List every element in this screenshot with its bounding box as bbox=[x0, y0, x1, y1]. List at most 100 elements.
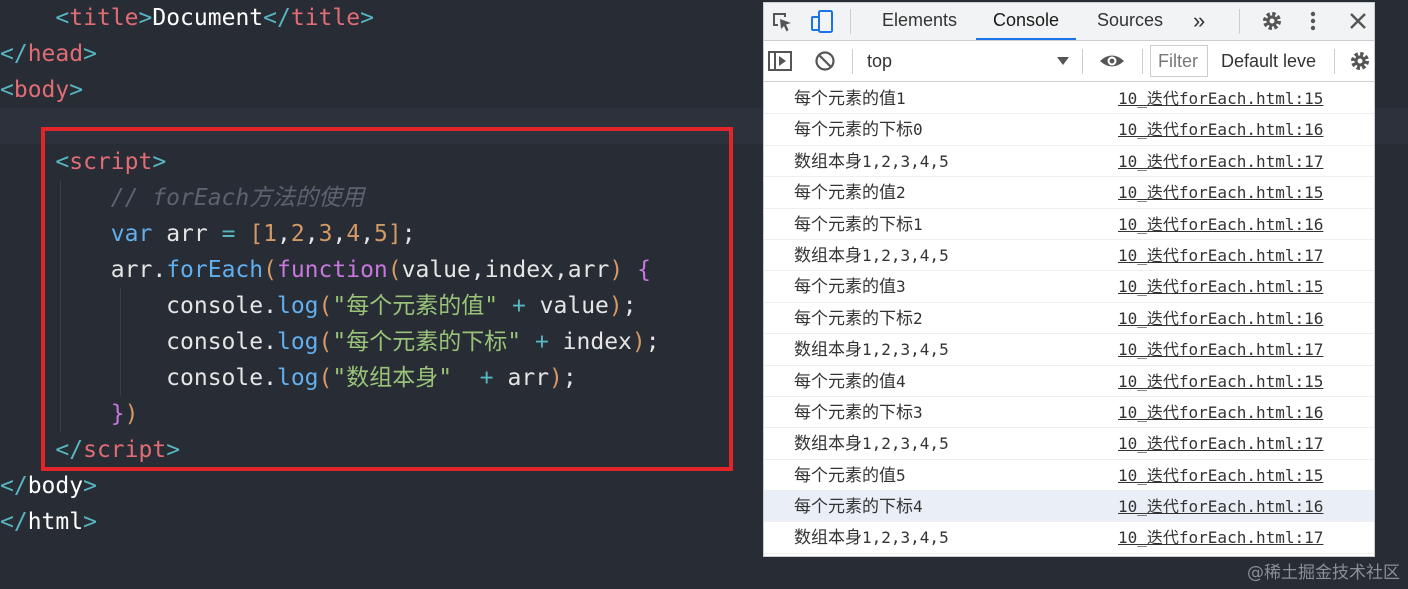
message-label: 每个元素的下标 bbox=[794, 308, 913, 329]
message-value: 1,2,3,4,5 bbox=[862, 151, 949, 171]
source-link[interactable]: 10_迭代forEach.html:17 bbox=[1118, 428, 1323, 459]
console-message-text: 每个元素的下标4 bbox=[794, 491, 923, 523]
divider bbox=[1334, 49, 1335, 74]
message-value: 0 bbox=[913, 120, 923, 140]
console-message-text: 数组本身1,2,3,4,5 bbox=[794, 146, 949, 178]
console-message-row[interactable]: 每个元素的值2 10_迭代forEach.html:15 bbox=[764, 177, 1374, 209]
code-line-title: <title>Document</title> bbox=[55, 5, 374, 31]
console-messages: 每个元素的值1 10_迭代forEach.html:15 每个元素的下标0 10_迭代… bbox=[764, 83, 1374, 554]
message-label: 每个元素的值 bbox=[794, 89, 896, 109]
console-message-row[interactable]: 每个元素的下标4 10_迭代forEach.html:16 bbox=[764, 491, 1374, 523]
source-link[interactable]: 10_迭代forEach.html:17 bbox=[1118, 240, 1323, 271]
inspect-element-icon[interactable] bbox=[770, 10, 794, 34]
filter-input[interactable]: Filter bbox=[1150, 45, 1208, 77]
live-expression-eye-icon[interactable] bbox=[1098, 50, 1126, 72]
console-message-row[interactable]: 每个元素的下标0 10_迭代forEach.html:16 bbox=[764, 114, 1374, 146]
divider bbox=[1239, 9, 1240, 34]
message-label: 数组本身 bbox=[794, 434, 862, 455]
source-link[interactable]: 10_迭代forEach.html:17 bbox=[1118, 334, 1323, 365]
tab-console[interactable]: Console bbox=[976, 3, 1076, 40]
source-link[interactable]: 10_迭代forEach.html:17 bbox=[1118, 522, 1323, 553]
more-options-icon[interactable] bbox=[1306, 9, 1320, 33]
message-label: 每个元素的下标 bbox=[794, 402, 913, 423]
message-label: 每个元素的值 bbox=[794, 465, 896, 486]
settings-gear-icon[interactable] bbox=[1260, 9, 1284, 33]
context-selector[interactable]: top bbox=[867, 41, 892, 81]
console-message-row[interactable]: 每个元素的值5 10_迭代forEach.html:15 bbox=[764, 460, 1374, 492]
console-message-row[interactable]: 数组本身1,2,3,4,5 10_迭代forEach.html:17 bbox=[764, 428, 1374, 460]
divider bbox=[852, 49, 853, 74]
message-value: 1 bbox=[896, 89, 906, 108]
console-toolbar: top Filter Default leve bbox=[764, 41, 1374, 82]
source-link[interactable]: 10_迭代forEach.html:16 bbox=[1118, 397, 1323, 428]
console-message-row[interactable]: 数组本身1,2,3,4,5 10_迭代forEach.html:17 bbox=[764, 240, 1374, 272]
source-link[interactable]: 10_迭代forEach.html:15 bbox=[1118, 83, 1323, 114]
console-message-text: 每个元素的值4 bbox=[794, 366, 906, 398]
source-link[interactable]: 10_迭代forEach.html:17 bbox=[1118, 146, 1323, 177]
log-level-dropdown[interactable]: Default leve bbox=[1221, 41, 1316, 81]
source-link[interactable]: 10_迭代forEach.html:16 bbox=[1118, 209, 1323, 240]
message-value: 2 bbox=[913, 308, 923, 328]
more-tabs-button[interactable]: » bbox=[1193, 3, 1205, 40]
device-toolbar-icon[interactable] bbox=[810, 9, 836, 35]
divider bbox=[1142, 49, 1143, 74]
message-label: 每个元素的下标 bbox=[794, 497, 913, 518]
source-link[interactable]: 10_迭代forEach.html:15 bbox=[1118, 177, 1323, 208]
message-value: 1,2,3,4,5 bbox=[862, 528, 949, 548]
code-line-head-close: </head> bbox=[0, 41, 97, 67]
console-message-text: 每个元素的下标0 bbox=[794, 114, 923, 146]
console-settings-gear-icon[interactable] bbox=[1348, 49, 1372, 73]
filter-placeholder: Filter bbox=[1158, 51, 1198, 71]
highlight-box bbox=[41, 127, 733, 471]
tab-elements[interactable]: Elements bbox=[882, 3, 957, 40]
code-line-html-close: </html> bbox=[0, 509, 97, 535]
message-value: 2 bbox=[896, 183, 906, 203]
message-label: 每个元素的值 bbox=[794, 183, 896, 204]
source-link[interactable]: 10_迭代forEach.html:16 bbox=[1118, 114, 1323, 145]
console-message-row[interactable]: 每个元素的值3 10_迭代forEach.html:15 bbox=[764, 271, 1374, 303]
devtools-panel: Elements Console Sources » top Filter De… bbox=[763, 2, 1375, 557]
console-message-row[interactable]: 数组本身1,2,3,4,5 10_迭代forEach.html:17 bbox=[764, 334, 1374, 366]
source-link[interactable]: 10_迭代forEach.html:15 bbox=[1118, 271, 1323, 302]
message-label: 数组本身 bbox=[794, 245, 862, 266]
message-value: 1,2,3,4,5 bbox=[862, 245, 949, 265]
message-label: 数组本身 bbox=[794, 340, 862, 361]
source-link[interactable]: 10_迭代forEach.html:15 bbox=[1118, 460, 1323, 491]
console-message-text: 数组本身1,2,3,4,5 bbox=[794, 334, 949, 366]
message-value: 5 bbox=[896, 465, 906, 485]
message-label: 每个元素的值 bbox=[794, 277, 896, 298]
message-value: 3 bbox=[913, 402, 923, 422]
divider bbox=[850, 9, 851, 34]
console-message-text: 每个元素的值2 bbox=[794, 177, 906, 209]
show-sidebar-icon[interactable] bbox=[767, 50, 793, 72]
message-label: 每个元素的下标 bbox=[794, 120, 913, 141]
console-message-row[interactable]: 数组本身1,2,3,4,5 10_迭代forEach.html:17 bbox=[764, 522, 1374, 554]
console-message-row[interactable]: 每个元素的下标2 10_迭代forEach.html:16 bbox=[764, 303, 1374, 335]
source-link[interactable]: 10_迭代forEach.html:16 bbox=[1118, 303, 1323, 334]
console-message-row[interactable]: 每个元素的下标1 10_迭代forEach.html:16 bbox=[764, 209, 1374, 240]
chevron-down-icon[interactable] bbox=[1056, 56, 1070, 66]
message-label: 数组本身 bbox=[794, 528, 862, 549]
console-message-text: 数组本身1,2,3,4,5 bbox=[794, 240, 949, 272]
clear-console-icon[interactable] bbox=[814, 50, 836, 72]
message-value: 4 bbox=[896, 371, 906, 391]
divider bbox=[1082, 49, 1083, 74]
message-value: 1 bbox=[913, 214, 923, 234]
console-message-row[interactable]: 数组本身1,2,3,4,5 10_迭代forEach.html:17 bbox=[764, 146, 1374, 178]
console-message-row[interactable]: 每个元素的值4 10_迭代forEach.html:15 bbox=[764, 366, 1374, 397]
tab-sources[interactable]: Sources bbox=[1097, 3, 1163, 40]
console-message-text: 每个元素的值5 bbox=[794, 460, 906, 492]
console-message-row[interactable]: 每个元素的下标3 10_迭代forEach.html:16 bbox=[764, 397, 1374, 429]
console-message-text: 每个元素的值1 bbox=[794, 83, 906, 115]
message-label: 数组本身 bbox=[794, 151, 862, 172]
code-line-body-open: <body> bbox=[0, 77, 84, 103]
message-value: 1,2,3,4,5 bbox=[862, 434, 949, 454]
message-value: 4 bbox=[913, 497, 923, 517]
console-message-text: 每个元素的下标2 bbox=[794, 303, 923, 335]
devtools-tab-bar: Elements Console Sources » bbox=[764, 3, 1374, 41]
message-label: 每个元素的值 bbox=[794, 371, 896, 392]
close-icon[interactable] bbox=[1348, 11, 1368, 31]
console-message-row[interactable]: 每个元素的值1 10_迭代forEach.html:15 bbox=[764, 83, 1374, 115]
source-link[interactable]: 10_迭代forEach.html:15 bbox=[1118, 366, 1323, 397]
source-link[interactable]: 10_迭代forEach.html:16 bbox=[1118, 491, 1323, 522]
